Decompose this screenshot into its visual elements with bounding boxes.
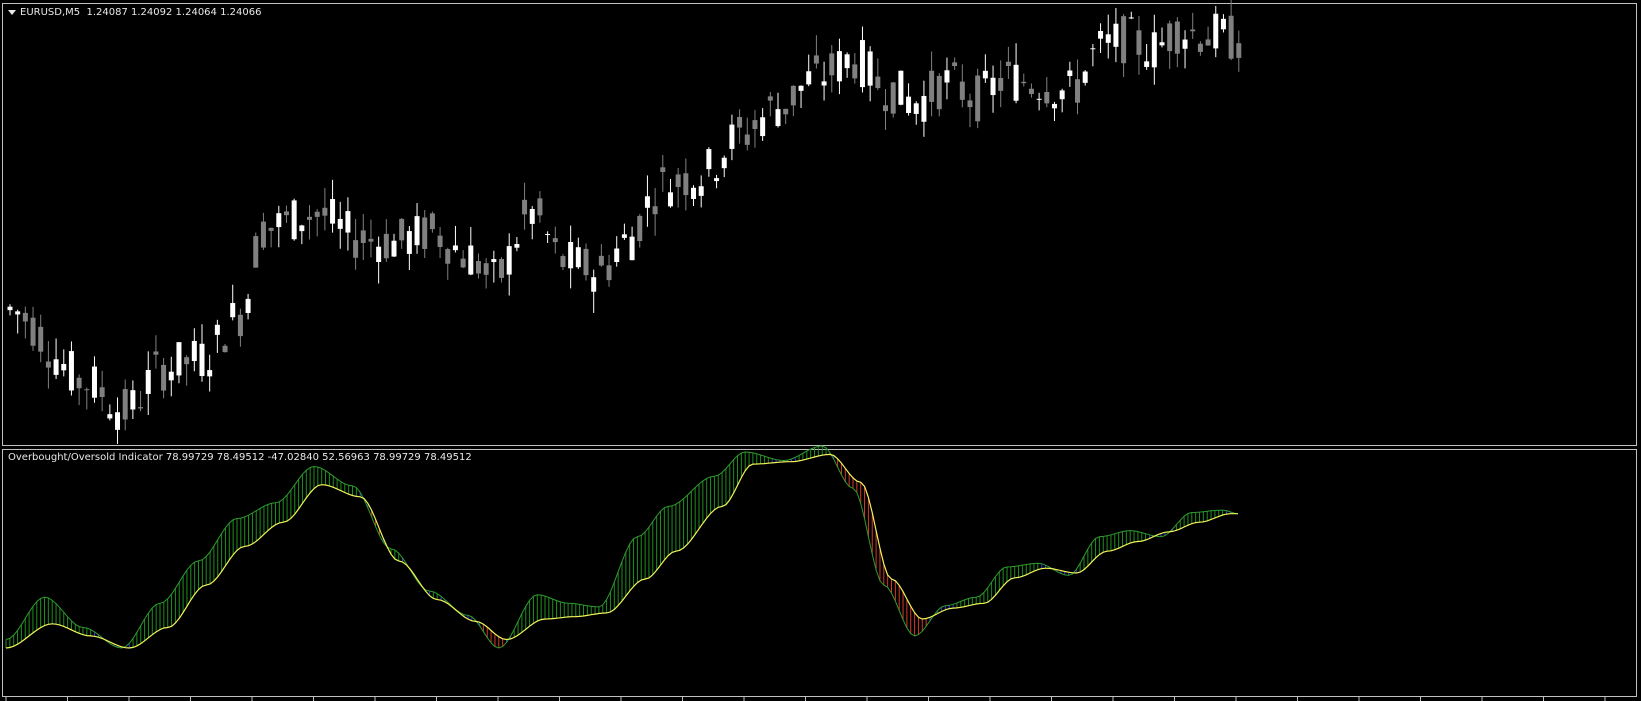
- slow-line: [5, 453, 1238, 649]
- chart-window: EURUSD,M5 1.24087 1.24092 1.24064 1.2406…: [0, 0, 1641, 701]
- oscillator-chart[interactable]: [0, 0, 1641, 701]
- fast-line: [5, 445, 1239, 649]
